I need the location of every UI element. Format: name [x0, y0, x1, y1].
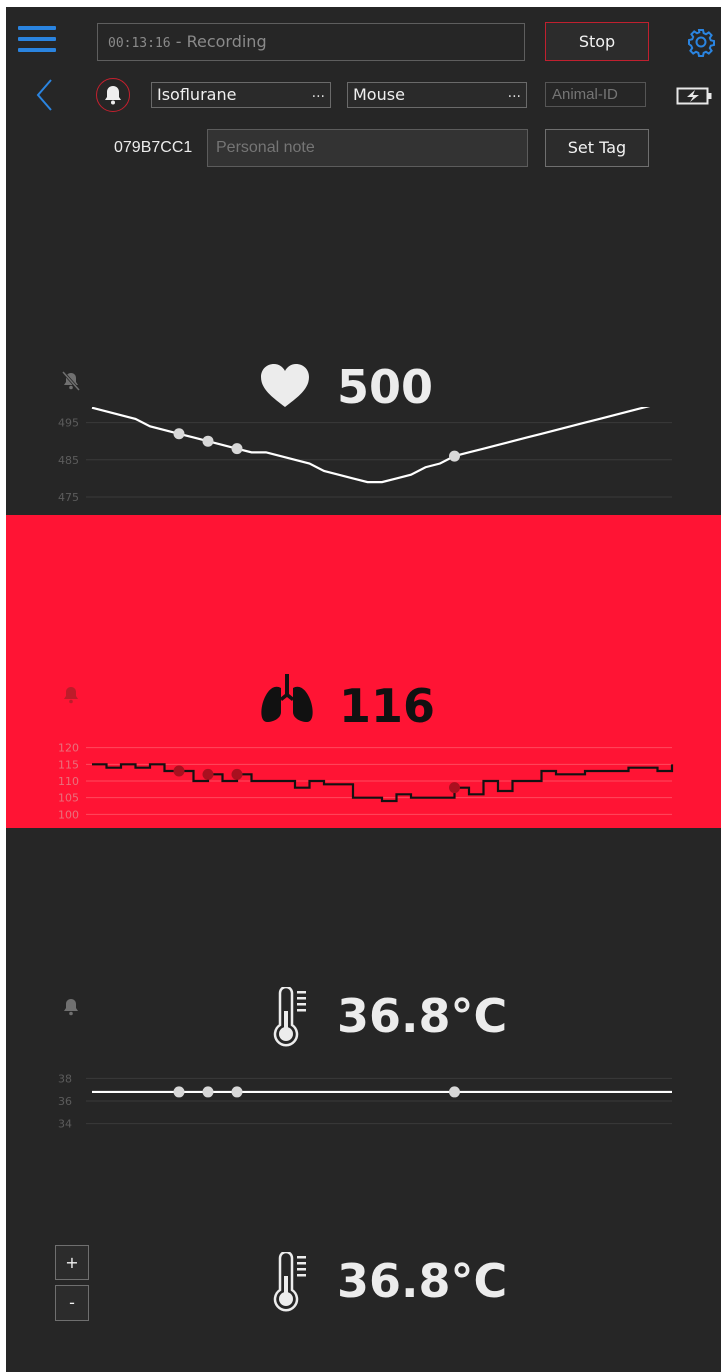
anesthetic-select[interactable]: Isoflurane ... [151, 82, 331, 108]
species-select[interactable]: Mouse ... [347, 82, 527, 108]
recording-status-field[interactable]: 00:13:16 - Recording [97, 23, 525, 61]
bell-icon[interactable] [60, 995, 82, 1019]
bell-icon [105, 86, 121, 105]
stop-label: Stop [578, 32, 616, 51]
data-point[interactable] [231, 443, 243, 455]
personal-note-input[interactable] [207, 129, 528, 167]
respiration-chart: 120 115 110 105 100 [58, 742, 674, 821]
thermometer-icon [270, 985, 314, 1049]
temperature-value: 36.8°C [337, 989, 508, 1043]
bell-muted-icon[interactable] [60, 369, 82, 393]
recording-timer: 00:13:16 [108, 36, 171, 51]
respiration-panel: 116 120 115 110 105 100 [6, 515, 721, 828]
zoom-in-label: + [65, 1253, 79, 1272]
anesthetic-more: ... [311, 85, 325, 101]
temperature-2-value: 36.8°C [337, 1254, 508, 1308]
heart-icon [259, 363, 311, 409]
anesthetic-value: Isoflurane [157, 85, 237, 104]
species-more: ... [507, 85, 521, 101]
y-tick-label: 38 [58, 1072, 72, 1085]
set-tag-label: Set Tag [567, 138, 627, 157]
animal-id-input[interactable] [545, 82, 646, 107]
data-point[interactable] [449, 782, 460, 794]
data-point[interactable] [202, 435, 214, 447]
menu-icon[interactable] [18, 25, 56, 55]
y-tick-label: 36 [58, 1095, 72, 1108]
temperature-panel: 36.8°C 38 36 34 [6, 967, 721, 1137]
y-tick-label: 34 [58, 1118, 72, 1131]
device-id: 079B7CC1 [114, 139, 193, 156]
y-tick-label: 495 [58, 417, 79, 430]
species-value: Mouse [353, 85, 405, 104]
y-tick-label: 100 [58, 808, 79, 821]
stop-button[interactable]: Stop [545, 22, 649, 61]
data-point[interactable] [173, 765, 185, 777]
app-window: 00:13:16 - Recording Stop Isoflurane ...… [6, 7, 721, 1372]
data-point[interactable] [202, 768, 214, 780]
y-tick-label: 475 [58, 491, 79, 504]
alarm-toggle-button[interactable] [96, 78, 130, 112]
data-point[interactable] [173, 428, 185, 440]
data-point[interactable] [449, 1086, 460, 1098]
y-tick-label: 115 [58, 758, 79, 771]
lungs-icon [259, 672, 315, 724]
y-tick-label: 485 [58, 454, 79, 467]
data-point[interactable] [202, 1086, 214, 1098]
bell-icon[interactable] [60, 683, 82, 707]
recording-status-text: - Recording [170, 32, 267, 51]
zoom-out-button[interactable]: - [55, 1285, 89, 1321]
set-tag-button[interactable]: Set Tag [545, 129, 649, 167]
data-point[interactable] [173, 1086, 185, 1098]
back-chevron-icon[interactable] [34, 77, 56, 113]
series-line [91, 407, 651, 484]
zoom-in-button[interactable]: + [55, 1245, 89, 1280]
heart-rate-panel: 500 495 485 475 [6, 337, 721, 515]
data-point[interactable] [449, 450, 460, 462]
data-point[interactable] [231, 1086, 243, 1098]
heart-rate-value: 500 [337, 360, 434, 414]
zoom-out-label: - [69, 1293, 75, 1312]
thermometer-icon [270, 1250, 314, 1314]
data-point[interactable] [231, 768, 243, 780]
y-tick-label: 120 [58, 742, 79, 755]
temperature-chart: 38 36 34 [58, 1072, 672, 1131]
respiration-value: 116 [339, 679, 436, 733]
battery-charging-icon [676, 86, 714, 106]
gear-icon[interactable] [686, 27, 716, 57]
y-tick-label: 110 [58, 775, 79, 788]
y-tick-label: 105 [58, 792, 79, 805]
